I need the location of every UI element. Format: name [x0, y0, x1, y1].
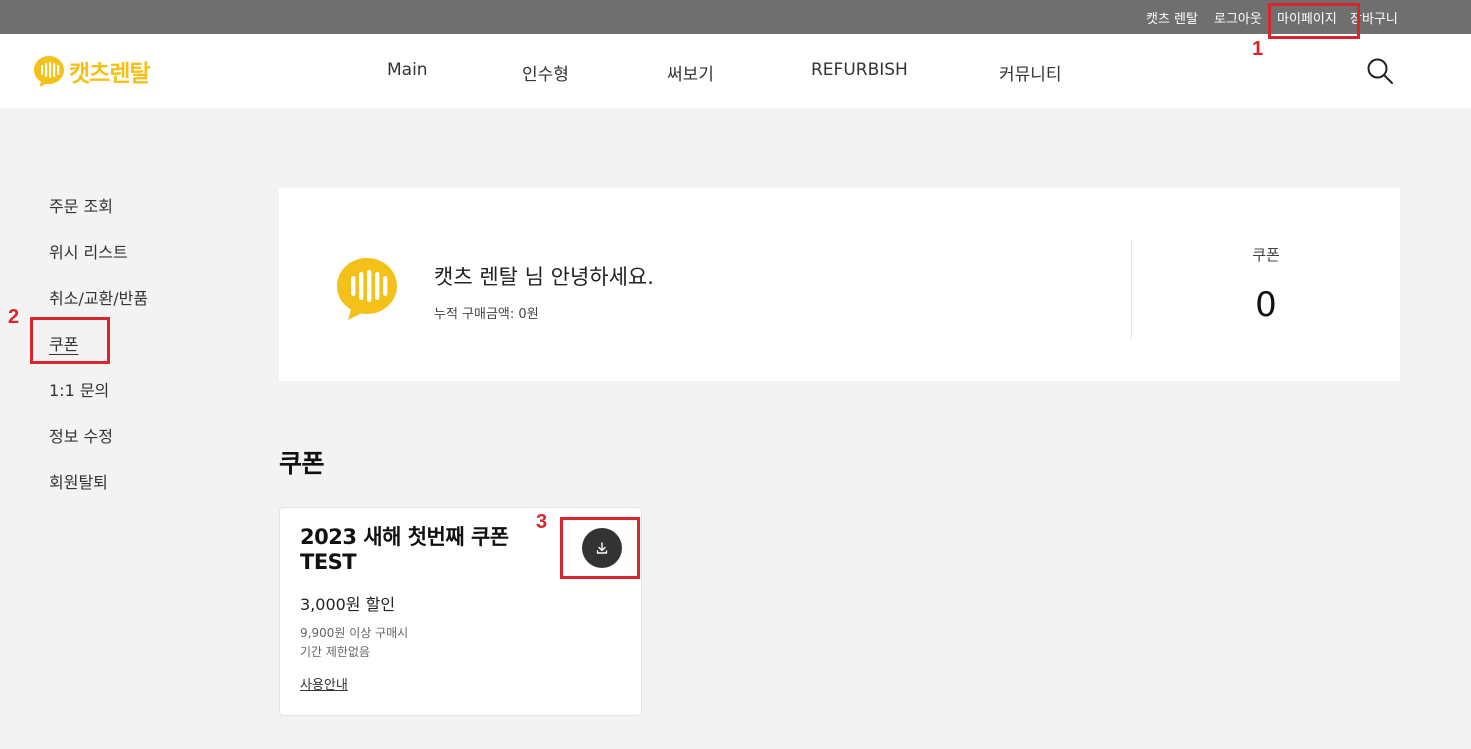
sidebar-item-withdraw[interactable]: 회원탈퇴	[49, 469, 108, 493]
nav-community[interactable]: 커뮤니티	[999, 60, 1062, 85]
nav-main[interactable]: Main	[387, 60, 428, 80]
coupon-count-value: 0	[1255, 285, 1277, 325]
annotation-box-coupon-menu	[30, 317, 110, 364]
nav-refurbish[interactable]: REFURBISH	[811, 60, 908, 80]
annotation-box-download	[560, 517, 640, 579]
top-utility-bar: 캣츠 렌탈 로그아웃 장바구니 마이페이지	[0, 0, 1471, 34]
coupon-title: 2023 새해 첫번째 쿠폰 TEST	[300, 525, 509, 574]
vertical-divider	[1131, 240, 1132, 339]
annotation-number-3: 3	[536, 511, 548, 533]
coupon-condition: 9,900원 이상 구매시	[300, 626, 409, 640]
annotation-number-1: 1	[1252, 38, 1264, 60]
sidebar-item-inquiry[interactable]: 1:1 문의	[49, 377, 109, 401]
profile-summary-card: 캣츠 렌탈 님 안녕하세요. 누적 구매금액: 0원 쿠폰 0	[279, 188, 1400, 381]
greeting-text: 캣츠 렌탈 님 안녕하세요.	[434, 265, 654, 289]
page-title: 쿠폰	[279, 449, 325, 478]
coupon-period: 기간 제한없음	[300, 645, 371, 659]
annotation-number-2: 2	[8, 306, 20, 328]
search-button[interactable]	[1365, 56, 1395, 86]
cumulative-purchase: 누적 구매금액: 0원	[434, 303, 539, 322]
main-header: 캣츠렌탈 Main 인수형 써보기 REFURBISH 커뮤니티	[0, 34, 1471, 108]
logo-text: 캣츠렌탈	[69, 61, 151, 87]
search-icon	[1367, 58, 1393, 84]
cat-chat-logo-icon	[34, 56, 64, 87]
cat-chat-logo-icon	[337, 258, 397, 320]
coupon-guide-link[interactable]: 사용안내	[300, 674, 348, 693]
site-logo[interactable]: 캣츠렌탈	[33, 54, 151, 88]
sidebar-item-orders[interactable]: 주문 조회	[49, 193, 113, 217]
coupon-count-label: 쿠폰	[1252, 246, 1280, 264]
purchase-label: 누적 구매금액:	[434, 307, 515, 322]
coupon-discount: 3,000원 할인	[300, 595, 396, 614]
avatar	[335, 254, 399, 326]
nav-try-out[interactable]: 써보기	[667, 60, 714, 85]
sidebar-item-edit-info[interactable]: 정보 수정	[49, 423, 113, 447]
sidebar-item-wishlist[interactable]: 위시 리스트	[49, 239, 128, 263]
user-name-link[interactable]: 캣츠 렌탈	[1146, 8, 1198, 27]
sidebar-item-returns[interactable]: 취소/교환/반품	[49, 285, 148, 309]
logout-link[interactable]: 로그아웃	[1214, 8, 1262, 27]
annotation-box-mypage	[1268, 3, 1360, 39]
nav-purchase-type[interactable]: 인수형	[522, 60, 569, 85]
purchase-value: 0원	[518, 307, 539, 322]
